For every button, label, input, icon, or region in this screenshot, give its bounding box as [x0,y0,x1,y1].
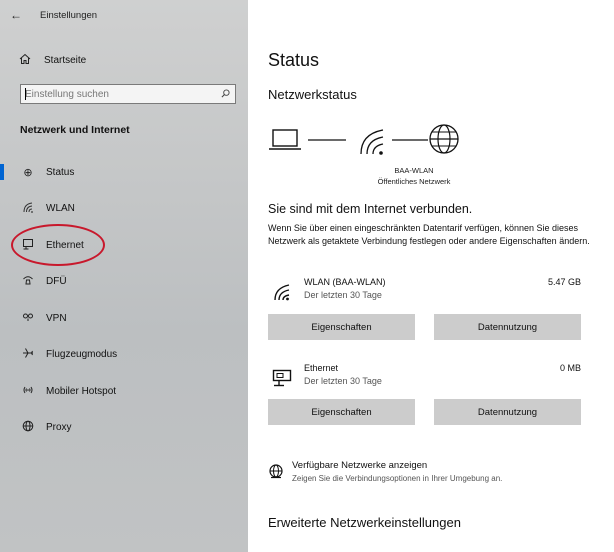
wifi-icon [20,201,36,216]
adapter-ethernet: Ethernet Der letzten 30 Tage 0 MB [268,363,583,393]
connection-status-title: Sie sind mit dem Internet verbunden. [268,202,473,216]
network-type: Öffentliches Netzwerk [377,177,451,186]
wlan-properties-button[interactable]: Eigenschaften [268,314,415,340]
search-box[interactable] [20,84,236,104]
sidebar-item-vpn[interactable]: VPN [0,300,248,337]
sidebar-item-flugzeugmodus[interactable]: Flugzeugmodus [0,337,248,374]
adapter-usage: 5.47 GB [547,277,581,287]
network-status-heading: Netzwerkstatus [268,87,357,102]
sidebar-item-wlan[interactable]: WLAN [0,191,248,228]
home-icon [18,53,32,68]
text-caret [25,88,26,100]
home-label: Startseite [44,54,87,66]
search-icon[interactable] [215,88,235,100]
sidebar-item-label: DFÜ [46,276,67,288]
wlan-data-usage-button[interactable]: Datennutzung [434,314,581,340]
settings-search-input[interactable] [21,85,215,103]
network-diagram: BAA-WLAN Öffentliches Netzwerk [268,122,498,192]
sidebar-item-label: VPN [46,312,67,324]
main-content: Status Netzwerkstatus BAA-WLAN Öffentlic… [248,0,614,552]
sidebar-nav: ⊕ Status WLAN Ethernet DFÜ VPN Flugzeugm… [0,154,248,446]
laptop-icon [269,129,301,150]
network-name: BAA-WLAN [394,166,434,175]
network-diagram-graphic [269,124,459,155]
vpn-icon [20,311,36,326]
adapter-period: Der letzten 30 Tage [304,376,382,386]
sidebar-item-dfue[interactable]: DFÜ [0,264,248,301]
show-available-networks-link[interactable]: Verfügbare Netzwerke anzeigen Zeigen Sie… [268,460,598,490]
advanced-settings-heading: Erweiterte Netzwerkeinstellungen [268,515,461,530]
network-globe-icon [268,464,284,485]
window-title: Einstellungen [40,9,98,21]
wifi-signal-icon [360,129,384,155]
sidebar-item-proxy[interactable]: Proxy [0,410,248,447]
ethernet-highlight-circle [11,224,105,266]
ethernet-properties-button[interactable]: Eigenschaften [268,399,415,425]
sidebar-item-label: WLAN [46,203,75,215]
page-title: Status [268,50,320,70]
available-networks-title: Verfügbare Netzwerke anzeigen [292,460,428,471]
adapter-name: Ethernet [304,363,339,373]
back-arrow-icon: ← [10,8,22,22]
adapter-period: Der letzten 30 Tage [304,290,382,300]
sidebar-item-label: Mobiler Hotspot [46,385,117,397]
available-networks-subtitle: Zeigen Sie die Verbindungsoptionen in Ih… [292,474,503,483]
hotspot-icon [20,384,36,399]
sidebar-item-label: Flugzeugmodus [46,349,118,361]
sidebar: ← Einstellungen Startseite Netzwerk und … [0,0,248,552]
wifi-adapter-icon [272,283,292,306]
dialup-icon [20,274,36,289]
title-bar: ← Einstellungen [0,0,248,30]
adapter-wlan: WLAN (BAA-WLAN) Der letzten 30 Tage 5.47… [268,277,583,307]
ethernet-data-usage-button[interactable]: Datennutzung [434,399,581,425]
sidebar-item-status[interactable]: ⊕ Status [0,154,248,191]
adapter-name: WLAN (BAA-WLAN) [304,277,386,287]
section-title: Netzwerk und Internet [20,124,130,136]
globe-status-icon: ⊕ [23,166,33,179]
internet-globe-icon [429,124,459,154]
proxy-globe-icon [20,420,36,435]
sidebar-item-label: Status [46,166,75,178]
home-link[interactable]: Startseite [18,52,86,68]
sidebar-item-label: Proxy [46,422,72,434]
airplane-icon [20,347,36,362]
sidebar-item-hotspot[interactable]: Mobiler Hotspot [0,373,248,410]
back-button[interactable]: ← [0,0,32,30]
connection-status-description: Wenn Sie über einen eingeschränkten Date… [268,223,590,246]
adapter-usage: 0 MB [559,363,581,373]
ethernet-adapter-icon [272,369,292,392]
